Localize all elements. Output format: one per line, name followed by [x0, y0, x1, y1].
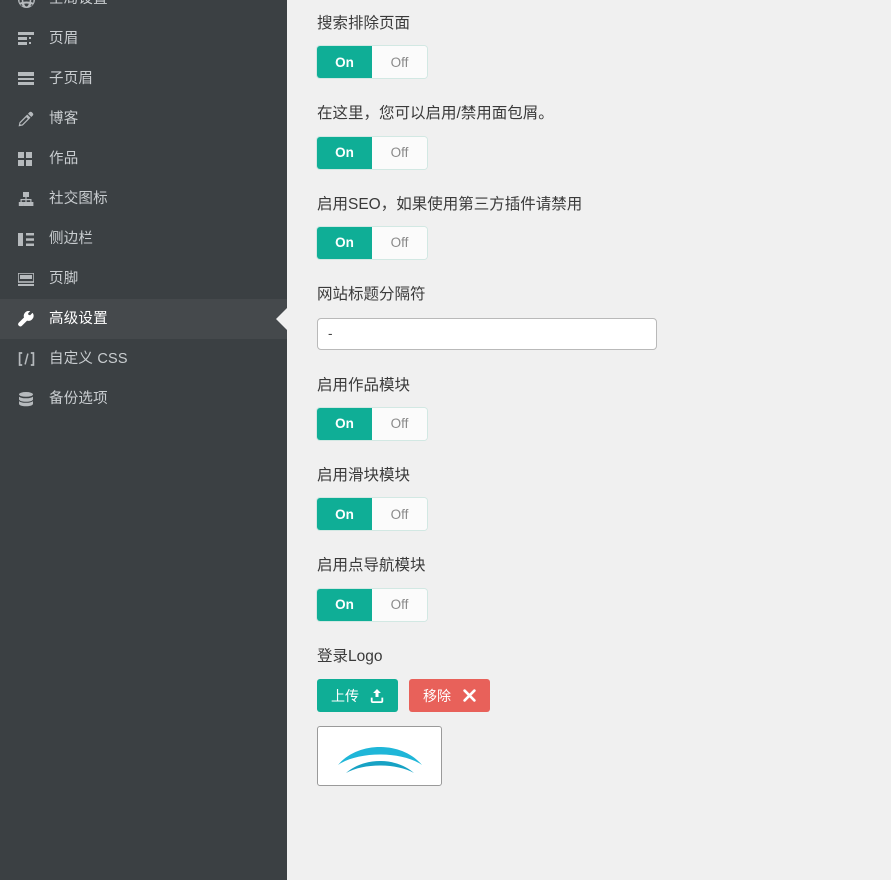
- field-search-exclude-pages: 搜索排除页面 On Off: [317, 14, 891, 79]
- toggle-enable-portfolio-module[interactable]: On Off: [317, 407, 427, 440]
- login-logo-actions: 上传 移除: [317, 679, 891, 712]
- sidebar-item-backup-options[interactable]: 备份选项: [0, 379, 287, 419]
- toggle-search-exclude-pages[interactable]: On Off: [317, 46, 427, 79]
- upload-button[interactable]: 上传: [317, 679, 398, 712]
- field-enable-seo: 启用SEO，如果使用第三方插件请禁用 On Off: [317, 195, 891, 260]
- toggle-breadcrumbs[interactable]: On Off: [317, 136, 427, 169]
- field-label: 启用SEO，如果使用第三方插件请禁用: [317, 195, 583, 213]
- upload-button-label: 上传: [331, 687, 359, 704]
- sidebar-item-label: 侧边栏: [49, 230, 94, 247]
- subheader-layout-icon: [18, 70, 40, 88]
- sidebar-item-label: 页眉: [49, 30, 79, 47]
- sidebar-item-custom-css[interactable]: 自定义 CSS: [0, 339, 287, 379]
- sitemap-icon: [18, 190, 40, 208]
- sidebar-item-portfolio[interactable]: 作品: [0, 139, 287, 179]
- toggle-off-option[interactable]: Off: [372, 588, 427, 621]
- sidebar-item-label: 子页眉: [49, 70, 94, 87]
- field-label: 登录Logo: [317, 647, 383, 665]
- database-icon: [18, 390, 40, 408]
- sidebar-item-header[interactable]: 页眉: [0, 19, 287, 59]
- footer-layout-icon: [18, 270, 40, 288]
- toggle-off-option[interactable]: Off: [372, 498, 427, 531]
- toggle-enable-slider-module[interactable]: On Off: [317, 498, 427, 531]
- field-label: 在这里，您可以启用/禁用面包屑。: [317, 105, 554, 123]
- sidebar-item-label: 备份选项: [49, 390, 108, 407]
- settings-page: 全局设置 页眉 子页眉 博客: [0, 0, 891, 880]
- field-site-title-separator: 网站标题分隔符: [317, 285, 891, 350]
- sidebar-item-label: 作品: [49, 150, 79, 167]
- field-login-logo: 登录Logo 上传 移除: [317, 647, 891, 786]
- sidebar-item-label: 社交图标: [49, 190, 108, 207]
- sidebar-item-social-icons[interactable]: 社交图标: [0, 179, 287, 219]
- sidebar-item-sidebar[interactable]: 侧边栏: [0, 219, 287, 259]
- wrench-icon: [18, 310, 40, 328]
- toggle-on-option[interactable]: On: [317, 588, 372, 621]
- sidebar-item-label: 高级设置: [49, 310, 108, 327]
- grid-icon: [18, 150, 40, 168]
- upload-icon: [370, 688, 384, 703]
- toggle-on-option[interactable]: On: [317, 407, 372, 440]
- remove-button-label: 移除: [423, 687, 451, 704]
- toggle-on-option[interactable]: On: [317, 46, 372, 79]
- toggle-enable-seo[interactable]: On Off: [317, 227, 427, 260]
- field-label: 启用点导航模块: [317, 557, 426, 575]
- sidebar-nav: 全局设置 页眉 子页眉 博客: [0, 0, 287, 880]
- sidebar-item-footer[interactable]: 页脚: [0, 259, 287, 299]
- sidebar-item-label: 全局设置: [49, 0, 108, 6]
- field-enable-portfolio-module: 启用作品模块 On Off: [317, 376, 891, 440]
- sidebar-item-label: 博客: [49, 110, 79, 127]
- field-label: 网站标题分隔符: [317, 286, 426, 304]
- toggle-off-option[interactable]: Off: [372, 407, 427, 440]
- field-breadcrumbs: 在这里，您可以启用/禁用面包屑。 On Off: [317, 104, 891, 169]
- site-title-separator-input[interactable]: [317, 317, 657, 350]
- toggle-off-option[interactable]: Off: [372, 136, 427, 169]
- sidebar-item-label: 页脚: [49, 270, 79, 287]
- toggle-on-option[interactable]: On: [317, 136, 372, 169]
- logo-swoosh-image: [332, 733, 428, 779]
- sidebar-layout-icon: [18, 230, 40, 248]
- header-layout-icon: [18, 30, 40, 48]
- sidebar-item-list: 全局设置 页眉 子页眉 博客: [0, 0, 287, 419]
- field-label: 搜索排除页面: [317, 15, 411, 32]
- toggle-enable-dot-nav-module[interactable]: On Off: [317, 588, 427, 621]
- settings-content: 搜索排除页面 On Off 在这里，您可以启用/禁用面包屑。 On Off 启用…: [287, 0, 891, 880]
- field-enable-slider-module: 启用滑块模块 On Off: [317, 466, 891, 531]
- field-label: 启用作品模块: [317, 376, 411, 394]
- remove-button[interactable]: 移除: [409, 679, 490, 712]
- toggle-off-option[interactable]: Off: [372, 227, 427, 260]
- active-indicator-arrow-icon: [276, 308, 287, 330]
- field-label: 启用滑块模块: [317, 466, 411, 484]
- login-logo-preview: [317, 726, 442, 786]
- sidebar-item-global-settings[interactable]: 全局设置: [0, 0, 287, 19]
- sidebar-item-advanced-settings[interactable]: 高级设置: [0, 299, 287, 339]
- sidebar-item-subheader[interactable]: 子页眉: [0, 59, 287, 99]
- globe-icon: [18, 0, 40, 8]
- toggle-on-option[interactable]: On: [317, 227, 372, 260]
- sidebar-item-blog[interactable]: 博客: [0, 99, 287, 139]
- field-enable-dot-nav-module: 启用点导航模块 On Off: [317, 556, 891, 621]
- toggle-on-option[interactable]: On: [317, 498, 372, 531]
- pencil-icon: [18, 110, 40, 128]
- code-brackets-icon: [18, 350, 40, 368]
- close-x-icon: [462, 689, 476, 703]
- sidebar-item-label: 自定义 CSS: [49, 350, 128, 367]
- toggle-off-option[interactable]: Off: [372, 46, 427, 79]
